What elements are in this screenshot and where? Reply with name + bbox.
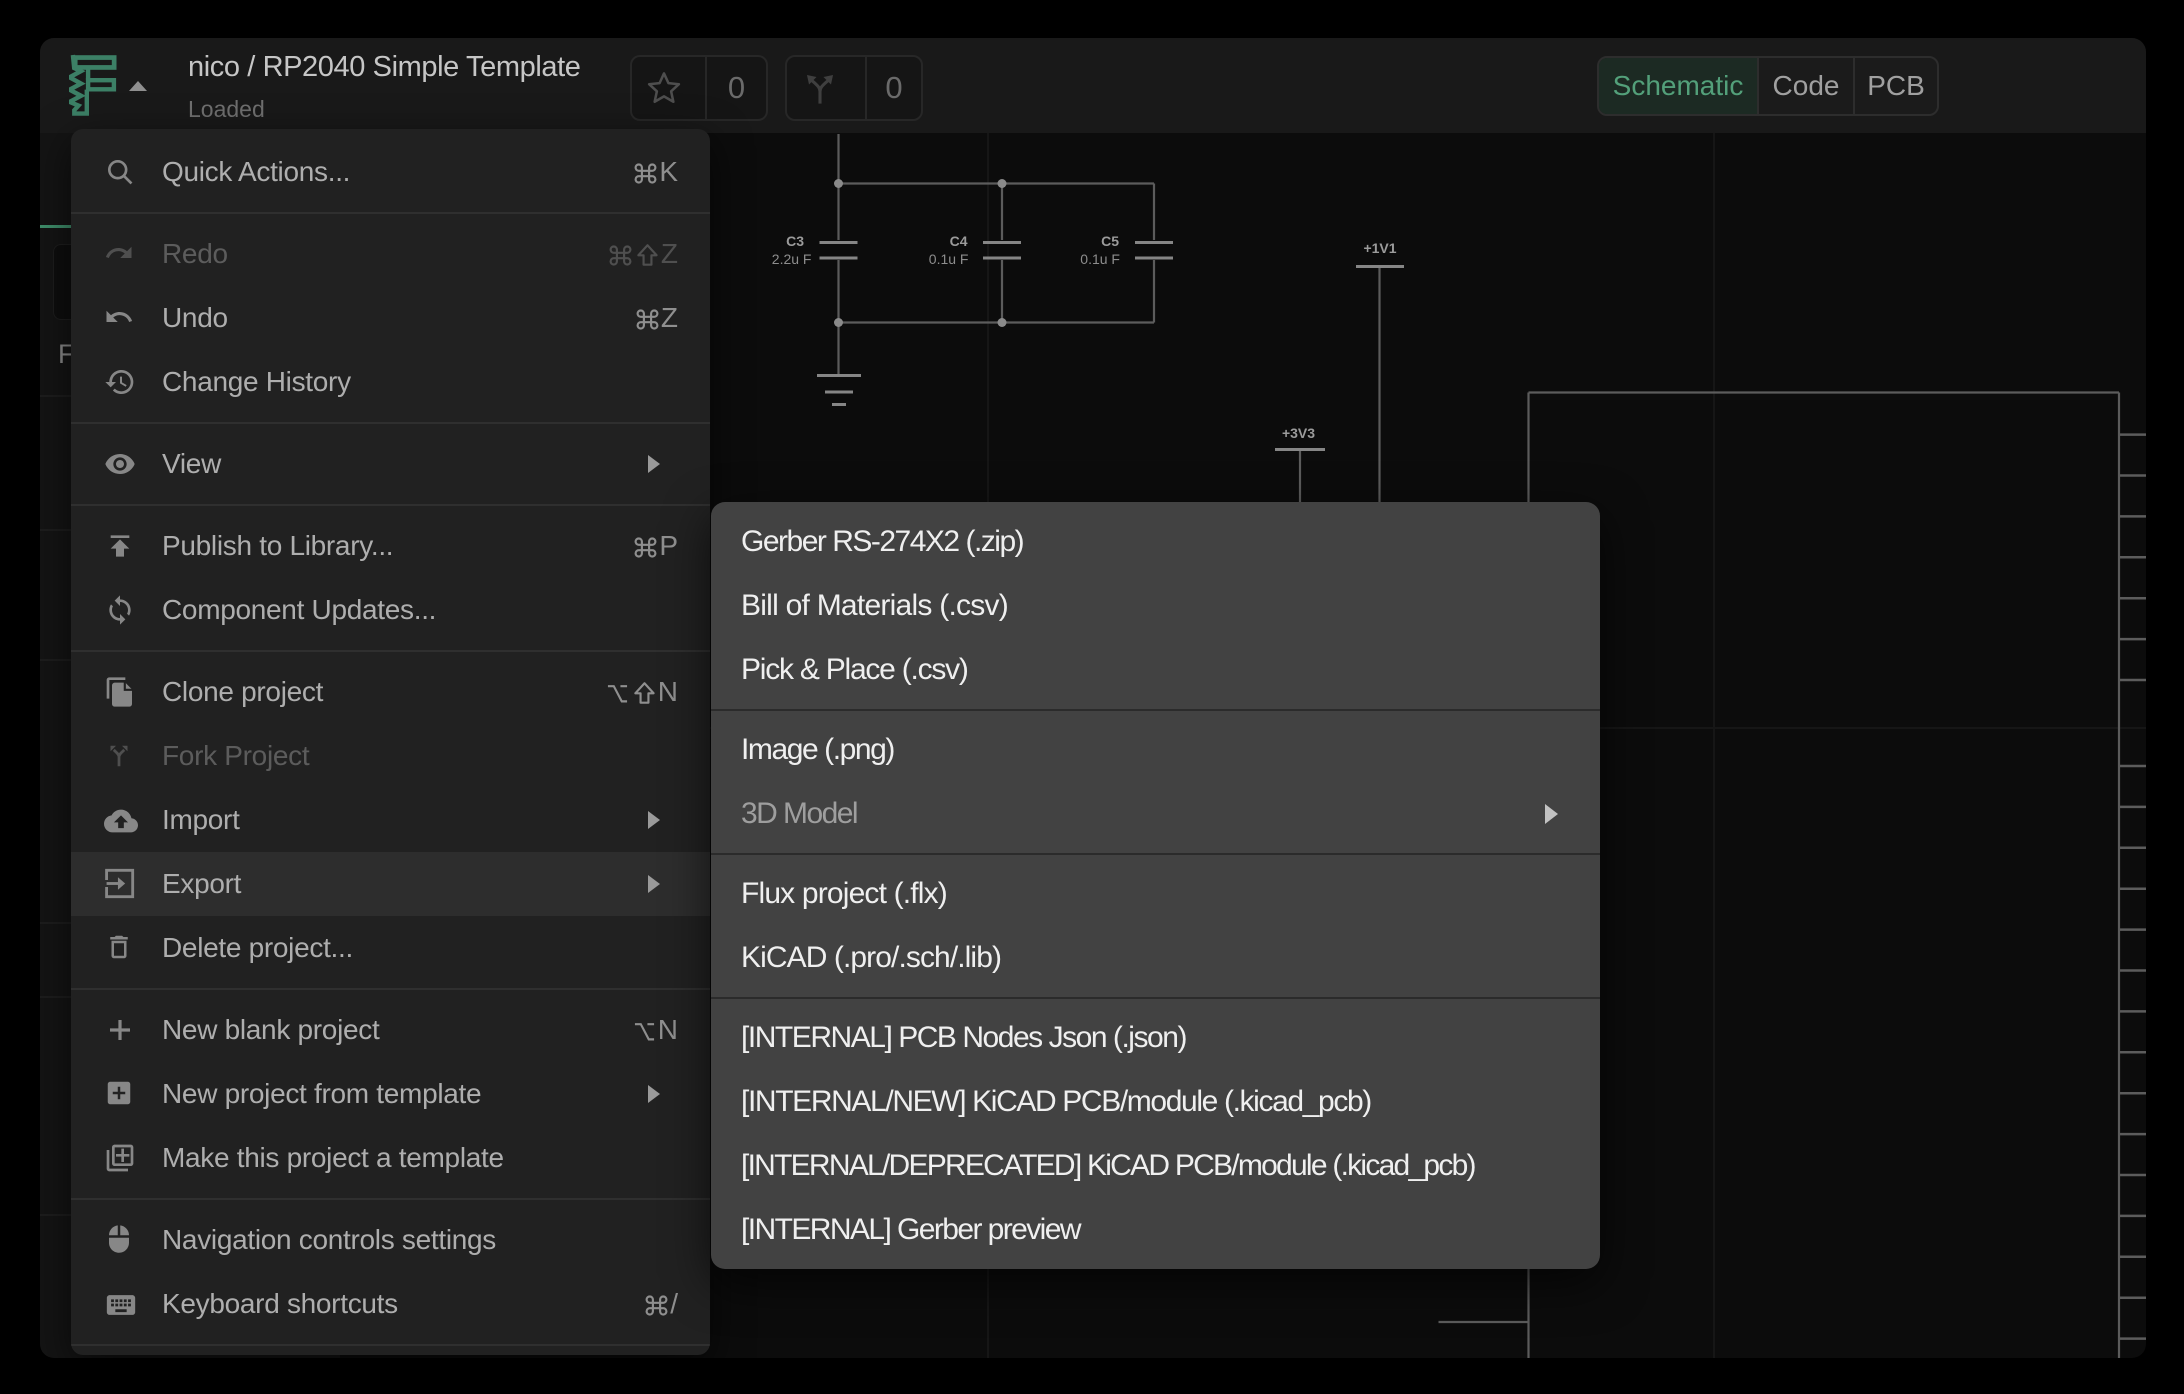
svg-text:2.2u F: 2.2u F <box>772 251 812 267</box>
svg-text:+1V1: +1V1 <box>1363 240 1396 256</box>
svg-text:C4: C4 <box>950 233 968 249</box>
svg-text:0.1u F: 0.1u F <box>929 251 969 267</box>
svg-text:+3V3: +3V3 <box>1282 425 1315 441</box>
svg-text:C3: C3 <box>786 233 804 249</box>
svg-text:0.1u F: 0.1u F <box>1080 251 1120 267</box>
svg-text:C5: C5 <box>1101 233 1119 249</box>
